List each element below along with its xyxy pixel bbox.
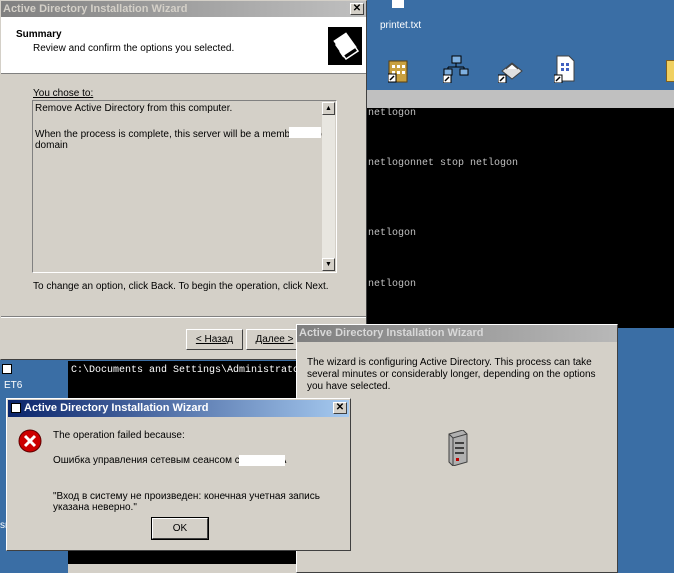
wizard-close-button[interactable]: ✕ <box>350 3 364 15</box>
window-icon <box>11 403 21 413</box>
summary-scrollbar[interactable]: ▲ ▼ <box>322 102 335 271</box>
console-line: netlogon <box>368 228 417 239</box>
wizard-titlebar[interactable]: Active Directory Installation Wizard ✕ <box>1 1 366 17</box>
error-line: "Вход в систему не произведен: конечная … <box>53 491 320 513</box>
summary-line: Remove Active Directory from this comput… <box>35 103 233 114</box>
wizard-window[interactable]: Active Directory Installation Wizard ✕ S… <box>0 0 367 360</box>
summary-textbox[interactable]: Remove Active Directory from this comput… <box>32 100 337 273</box>
console-line: netlogon <box>368 279 417 290</box>
redacted-domain <box>289 127 321 138</box>
printer-icon[interactable] <box>497 57 524 84</box>
console-line: netlogon <box>368 108 417 119</box>
console-top[interactable]: netlogon netlogonnet stop netlogon netlo… <box>366 90 674 328</box>
folder-icon[interactable] <box>666 60 674 82</box>
wizard-subheading: Review and confirm the options you selec… <box>33 43 235 54</box>
next-button[interactable]: Далее > <box>246 329 303 350</box>
console-bottom-hscroll[interactable] <box>68 564 300 573</box>
wizard-title: Active Directory Installation Wizard <box>3 3 188 15</box>
you-chose-label: You chose to: <box>33 88 94 99</box>
shortcut-icon[interactable] <box>2 364 12 374</box>
progress-message: The wizard is configuring Active Directo… <box>307 357 596 392</box>
progress-titlebar[interactable]: Active Directory Installation Wizard <box>297 325 617 342</box>
directory-book-icon <box>328 27 362 65</box>
error-title: Active Directory Installation Wizard <box>24 402 209 414</box>
desktop: printet.txt <box>366 0 674 90</box>
building-icon[interactable] <box>387 57 408 83</box>
wizard-divider <box>1 316 366 318</box>
error-line: The operation failed because: <box>53 430 185 441</box>
console-path: C:\Documents and Settings\Administrato <box>71 365 300 376</box>
redacted-server <box>239 455 285 466</box>
network-icon[interactable] <box>442 55 469 84</box>
scroll-up-icon[interactable]: ▲ <box>322 102 335 115</box>
document-icon[interactable] <box>553 55 576 84</box>
progress-title: Active Directory Installation Wizard <box>299 327 484 339</box>
desktop-file-label[interactable]: printet.txt <box>380 20 421 31</box>
error-dialog[interactable]: Active Directory Installation Wizard ✕ T… <box>6 398 351 551</box>
instruction-text: To change an option, click Back. To begi… <box>33 281 329 292</box>
error-close-button[interactable]: ✕ <box>333 402 347 414</box>
error-titlebar[interactable]: Active Directory Installation Wizard ✕ <box>8 400 349 417</box>
error-icon <box>18 429 42 453</box>
file-icon[interactable] <box>392 0 404 8</box>
desktop-left-label[interactable]: ET6 <box>4 380 22 391</box>
server-icon <box>445 429 471 467</box>
scroll-down-icon[interactable]: ▼ <box>322 258 335 271</box>
console-line: netlogonnet stop netlogon <box>368 158 519 169</box>
wizard-header: Summary Review and confirm the options y… <box>1 17 366 74</box>
console-top-titlebar[interactable] <box>366 90 674 108</box>
ok-button[interactable]: OK <box>151 517 209 540</box>
back-button[interactable]: < Назад <box>186 329 243 350</box>
wizard-heading: Summary <box>16 29 62 40</box>
